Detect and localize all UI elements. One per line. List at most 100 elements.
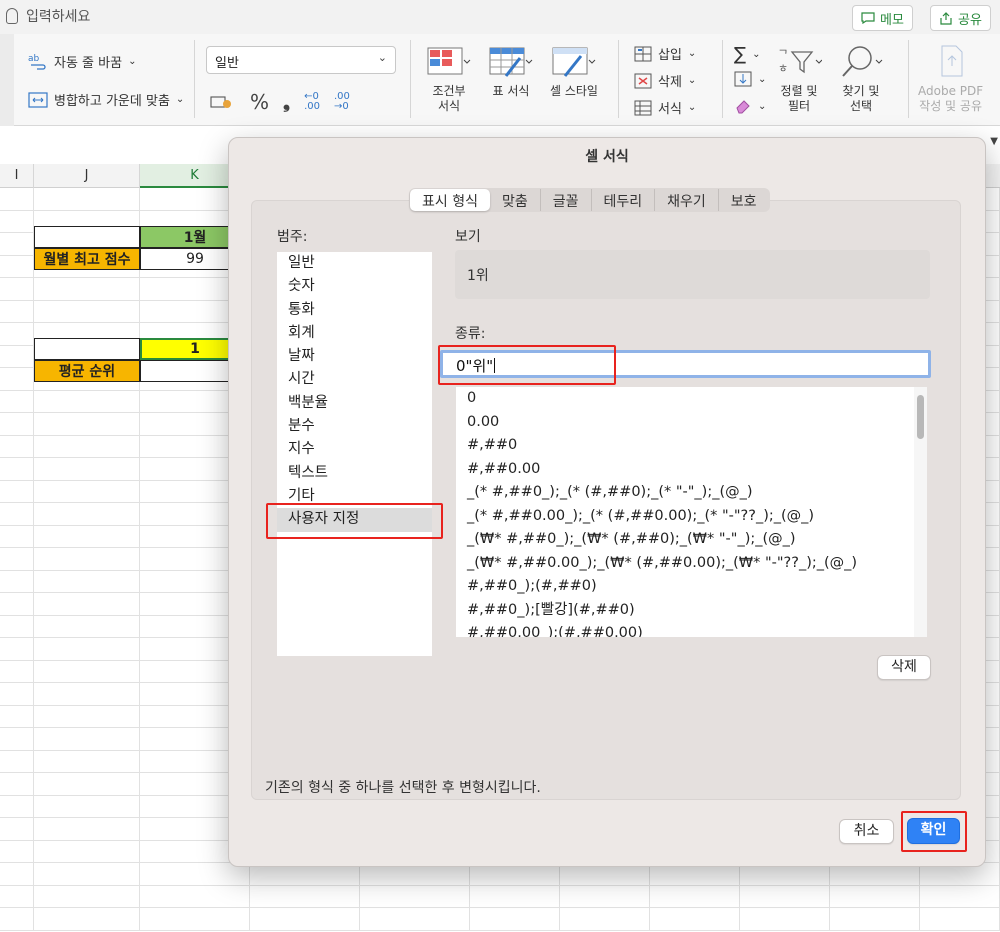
format-code-item[interactable]: #,##0 — [456, 434, 927, 458]
grid-cell[interactable] — [0, 728, 34, 751]
format-as-table-button[interactable]: 표 서식 — [488, 44, 534, 99]
grid-cell[interactable] — [0, 255, 34, 278]
category-currency[interactable]: 통화 — [277, 299, 432, 322]
grid-cell[interactable] — [650, 885, 740, 908]
grid-cell[interactable] — [34, 458, 140, 481]
cell-j-empty-2[interactable] — [34, 338, 140, 360]
grid-cell[interactable] — [0, 210, 34, 233]
scroll-thumb[interactable] — [917, 395, 924, 439]
memo-button[interactable]: 메모 — [852, 5, 913, 31]
tab-font[interactable]: 글꼴 — [541, 189, 592, 211]
grid-cell[interactable] — [0, 413, 34, 436]
column-header-i[interactable]: I — [0, 164, 34, 188]
grid-cell[interactable] — [360, 885, 470, 908]
tab-number[interactable]: 표시 형식 — [410, 189, 490, 211]
format-code-item[interactable]: #,##0_);(#,##0) — [456, 575, 927, 599]
format-code-item[interactable]: #,##0.00_);(#,##0.00) — [456, 622, 927, 637]
grid-cell[interactable] — [34, 480, 140, 503]
merge-center-button[interactable]: 병합하고 가운데 맞춤 ⌄ — [28, 90, 184, 109]
autosum-button[interactable]: ∑ ⌄ — [734, 44, 761, 65]
grid-cell[interactable] — [34, 773, 140, 796]
number-format-select[interactable]: 일반 ⌄ — [206, 46, 396, 74]
tab-border[interactable]: 테두리 — [592, 189, 656, 211]
grid-cell[interactable] — [920, 885, 1000, 908]
grid-cell[interactable] — [0, 300, 34, 323]
grid-cell[interactable] — [0, 503, 34, 526]
grid-cell[interactable] — [0, 615, 34, 638]
grid-cell[interactable] — [0, 458, 34, 481]
format-code-item[interactable]: _(₩* #,##0.00_);_(₩* (#,##0.00);_(₩* "-"… — [456, 552, 927, 576]
grid-cell[interactable] — [0, 188, 34, 211]
cell-j-empty[interactable] — [34, 226, 140, 248]
average-rank-label-cell[interactable]: 평균 순위 — [34, 360, 140, 382]
grid-cell[interactable] — [0, 750, 34, 773]
increase-decimal-button[interactable]: ←0.00 — [304, 92, 320, 112]
grid-cell[interactable] — [34, 435, 140, 458]
grid-cell[interactable] — [34, 300, 140, 323]
grid-cell[interactable] — [0, 548, 34, 571]
grid-cell[interactable] — [0, 863, 34, 886]
grid-cell[interactable] — [34, 660, 140, 683]
grid-cell[interactable] — [0, 278, 34, 301]
format-code-item[interactable]: 0 — [456, 387, 927, 411]
grid-cell[interactable] — [360, 908, 470, 931]
grid-cell[interactable] — [34, 840, 140, 863]
find-select-button[interactable]: 찾기 및 선택 — [838, 44, 884, 114]
category-special[interactable]: 기타 — [277, 485, 432, 508]
category-accounting[interactable]: 회계 — [277, 322, 432, 345]
max-score-label-cell[interactable]: 월별 최고 점수 — [34, 248, 140, 270]
conditional-format-button[interactable]: 조건부 서식 — [426, 44, 472, 114]
grid-cell[interactable] — [34, 503, 140, 526]
category-time[interactable]: 시간 — [277, 368, 432, 391]
grid-cell[interactable] — [0, 435, 34, 458]
grid-cell[interactable] — [34, 728, 140, 751]
cancel-button[interactable]: 취소 — [839, 819, 894, 844]
grid-cell[interactable] — [34, 593, 140, 616]
category-scientific[interactable]: 지수 — [277, 438, 432, 461]
grid-cell[interactable] — [140, 908, 250, 931]
grid-cell[interactable] — [250, 885, 360, 908]
grid-cell[interactable] — [0, 683, 34, 706]
grid-cell[interactable] — [0, 233, 34, 256]
share-button[interactable]: 공유 — [930, 5, 991, 31]
grid-cell[interactable] — [470, 908, 560, 931]
grid-cell[interactable] — [0, 525, 34, 548]
grid-cell[interactable] — [34, 683, 140, 706]
grid-cell[interactable] — [0, 638, 34, 661]
grid-cell[interactable] — [0, 908, 34, 931]
grid-cell[interactable] — [34, 570, 140, 593]
format-list-scrollbar[interactable] — [914, 387, 927, 637]
grid-cell[interactable] — [34, 705, 140, 728]
decrease-decimal-button[interactable]: .00 →0 — [334, 92, 350, 112]
category-number[interactable]: 숫자 — [277, 275, 432, 298]
adobe-pdf-button[interactable]: Adobe PDF 작성 및 공유 — [918, 44, 983, 114]
sort-filter-button[interactable]: ᄀㅎ 정렬 및 필터 — [776, 44, 822, 114]
grid-cell[interactable] — [830, 908, 920, 931]
format-code-item[interactable]: _(* #,##0.00_);_(* (#,##0.00);_(* "-"??_… — [456, 505, 927, 529]
grid-cell[interactable] — [0, 818, 34, 841]
grid-cell[interactable] — [34, 278, 140, 301]
grid-cell[interactable] — [0, 570, 34, 593]
ribbon-collapse-icon[interactable]: ▼ — [990, 136, 998, 147]
grid-cell[interactable] — [140, 863, 250, 886]
grid-cell[interactable] — [34, 413, 140, 436]
format-cells-button[interactable]: 서식 ⌄ — [634, 98, 696, 117]
grid-cell[interactable] — [740, 885, 830, 908]
grid-cell[interactable] — [560, 885, 650, 908]
delete-cells-button[interactable]: 삭제 ⌄ — [634, 71, 696, 90]
grid-cell[interactable] — [34, 795, 140, 818]
grid-cell[interactable] — [0, 368, 34, 391]
wrap-text-button[interactable]: ab 자동 줄 바꿈 ⌄ — [28, 52, 136, 72]
category-text[interactable]: 텍스트 — [277, 462, 432, 485]
grid-cell[interactable] — [0, 323, 34, 346]
delete-format-button[interactable]: 삭제 — [877, 655, 931, 680]
grid-cell[interactable] — [830, 885, 920, 908]
ok-button[interactable]: 확인 — [907, 818, 960, 844]
format-code-item[interactable]: #,##0.00 — [456, 458, 927, 482]
grid-cell[interactable] — [140, 885, 250, 908]
category-general[interactable]: 일반 — [277, 252, 432, 275]
tab-fill[interactable]: 채우기 — [655, 189, 719, 211]
tell-me-search[interactable]: 입력하세요 — [6, 6, 90, 26]
grid-cell[interactable] — [0, 345, 34, 368]
grid-cell[interactable] — [0, 705, 34, 728]
